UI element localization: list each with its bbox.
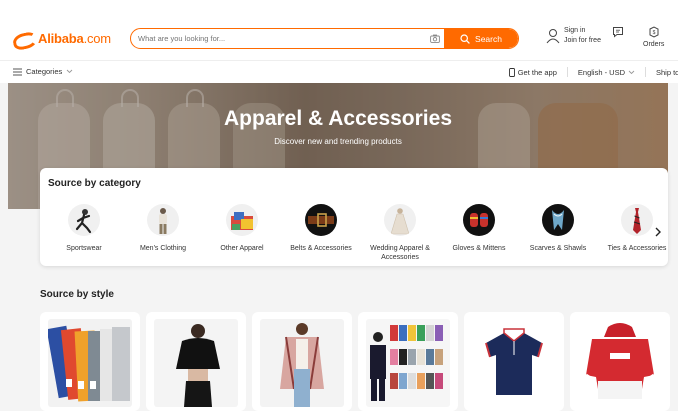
style-section-title: Source by style — [40, 289, 114, 300]
mens-clothing-image — [147, 204, 179, 236]
category-item-scarves-shawls[interactable]: Scarves & Shawls — [522, 204, 594, 253]
categories-label: Categories — [26, 67, 63, 76]
style-image-black-set — [154, 319, 238, 407]
chevron-down-icon — [66, 69, 73, 74]
gloves-mittens-image — [463, 204, 495, 236]
logo-main-text: Alibaba — [38, 30, 84, 46]
category-label: Wedding Apparel & Accessories — [370, 245, 430, 261]
categories-menu[interactable]: Categories — [13, 67, 73, 76]
alibaba-logo[interactable]: Alibaba .com — [13, 28, 111, 48]
locale-label: English - USD — [577, 67, 625, 77]
style-image-polo-colors — [48, 319, 132, 407]
divider — [645, 67, 646, 77]
join-free-label: Join for free — [564, 37, 601, 44]
camera-icon[interactable] — [426, 29, 444, 48]
user-icon — [546, 29, 560, 44]
category-label: Other Apparel — [220, 245, 264, 252]
search-button-label: Search — [475, 33, 502, 44]
sign-in-link[interactable]: Sign in Join for free — [546, 26, 601, 46]
messages-button[interactable] — [612, 26, 624, 40]
category-section-title: Source by category — [48, 178, 141, 189]
search-input[interactable] — [131, 29, 426, 48]
menu-icon — [13, 68, 22, 75]
chevron-right-icon[interactable] — [654, 226, 662, 240]
category-label: Men's Clothing — [139, 245, 187, 252]
wedding-apparel-image — [384, 204, 416, 236]
search-bar: Search — [130, 28, 519, 49]
alibaba-logo-icon — [13, 31, 35, 45]
sign-in-label: Sign in — [564, 27, 586, 34]
style-card[interactable] — [464, 312, 564, 411]
chevron-down-icon — [628, 70, 635, 74]
category-item-belts-accessories[interactable]: Belts & Accessories — [285, 204, 357, 253]
category-label: Belts & Accessories — [290, 245, 352, 252]
style-image-hoodie-sets — [366, 319, 450, 407]
category-item-sportswear[interactable]: Sportswear — [48, 204, 120, 253]
category-item-mens-clothing[interactable]: Men's Clothing — [127, 204, 199, 253]
get-app-label: Get the app — [517, 67, 557, 77]
get-app-link[interactable]: Get the app — [508, 67, 557, 77]
style-card[interactable] — [570, 312, 670, 411]
category-item-gloves-mittens[interactable]: Gloves & Mittens — [443, 204, 515, 253]
logo-suffix-text: .com — [83, 30, 112, 46]
style-card[interactable] — [146, 312, 246, 411]
banner-title: Apparel & Accessories — [224, 107, 452, 130]
category-card: Source by category Sportswear Men's Clot… — [40, 168, 668, 266]
category-label: Gloves & Mittens — [452, 245, 506, 252]
svg-text:$: $ — [652, 30, 655, 36]
top-header: Alibaba.com Search Sign in Join for free… — [0, 0, 678, 60]
banner-subtitle: Discover new and trending products — [274, 137, 402, 146]
category-label: Sportswear — [66, 245, 102, 252]
ship-to-selector[interactable]: Ship to — [656, 68, 678, 77]
category-label: Scarves & Shawls — [529, 245, 587, 252]
orders-icon: $ — [649, 26, 659, 38]
category-label: Ties & Accessories — [607, 245, 667, 252]
search-icon — [460, 33, 470, 44]
belts-accessories-image — [305, 204, 337, 236]
orders-link[interactable]: $ Orders — [643, 26, 664, 48]
message-icon — [613, 27, 623, 38]
other-apparel-image — [226, 204, 258, 236]
category-item-other-apparel[interactable]: Other Apparel — [206, 204, 278, 253]
style-image-red-hoodie — [578, 319, 662, 407]
divider — [566, 67, 568, 77]
scarves-shawls-image — [542, 204, 574, 236]
language-currency-selector[interactable]: English - USD — [578, 68, 635, 77]
style-card[interactable] — [252, 312, 352, 411]
style-image-navy-polo — [472, 319, 556, 407]
style-card[interactable] — [40, 312, 140, 411]
orders-label: Orders — [643, 41, 665, 48]
style-card[interactable] — [358, 312, 458, 411]
style-image-printed-cardigan — [260, 319, 344, 407]
category-item-wedding-apparel[interactable]: Wedding Apparel & Accessories — [364, 204, 436, 262]
sub-navigation: Categories Get the app English - USD Shi… — [0, 60, 678, 83]
phone-icon — [508, 67, 515, 77]
sportswear-image — [68, 204, 100, 236]
ties-accessories-image — [621, 204, 653, 236]
search-button[interactable]: Search — [444, 29, 518, 48]
